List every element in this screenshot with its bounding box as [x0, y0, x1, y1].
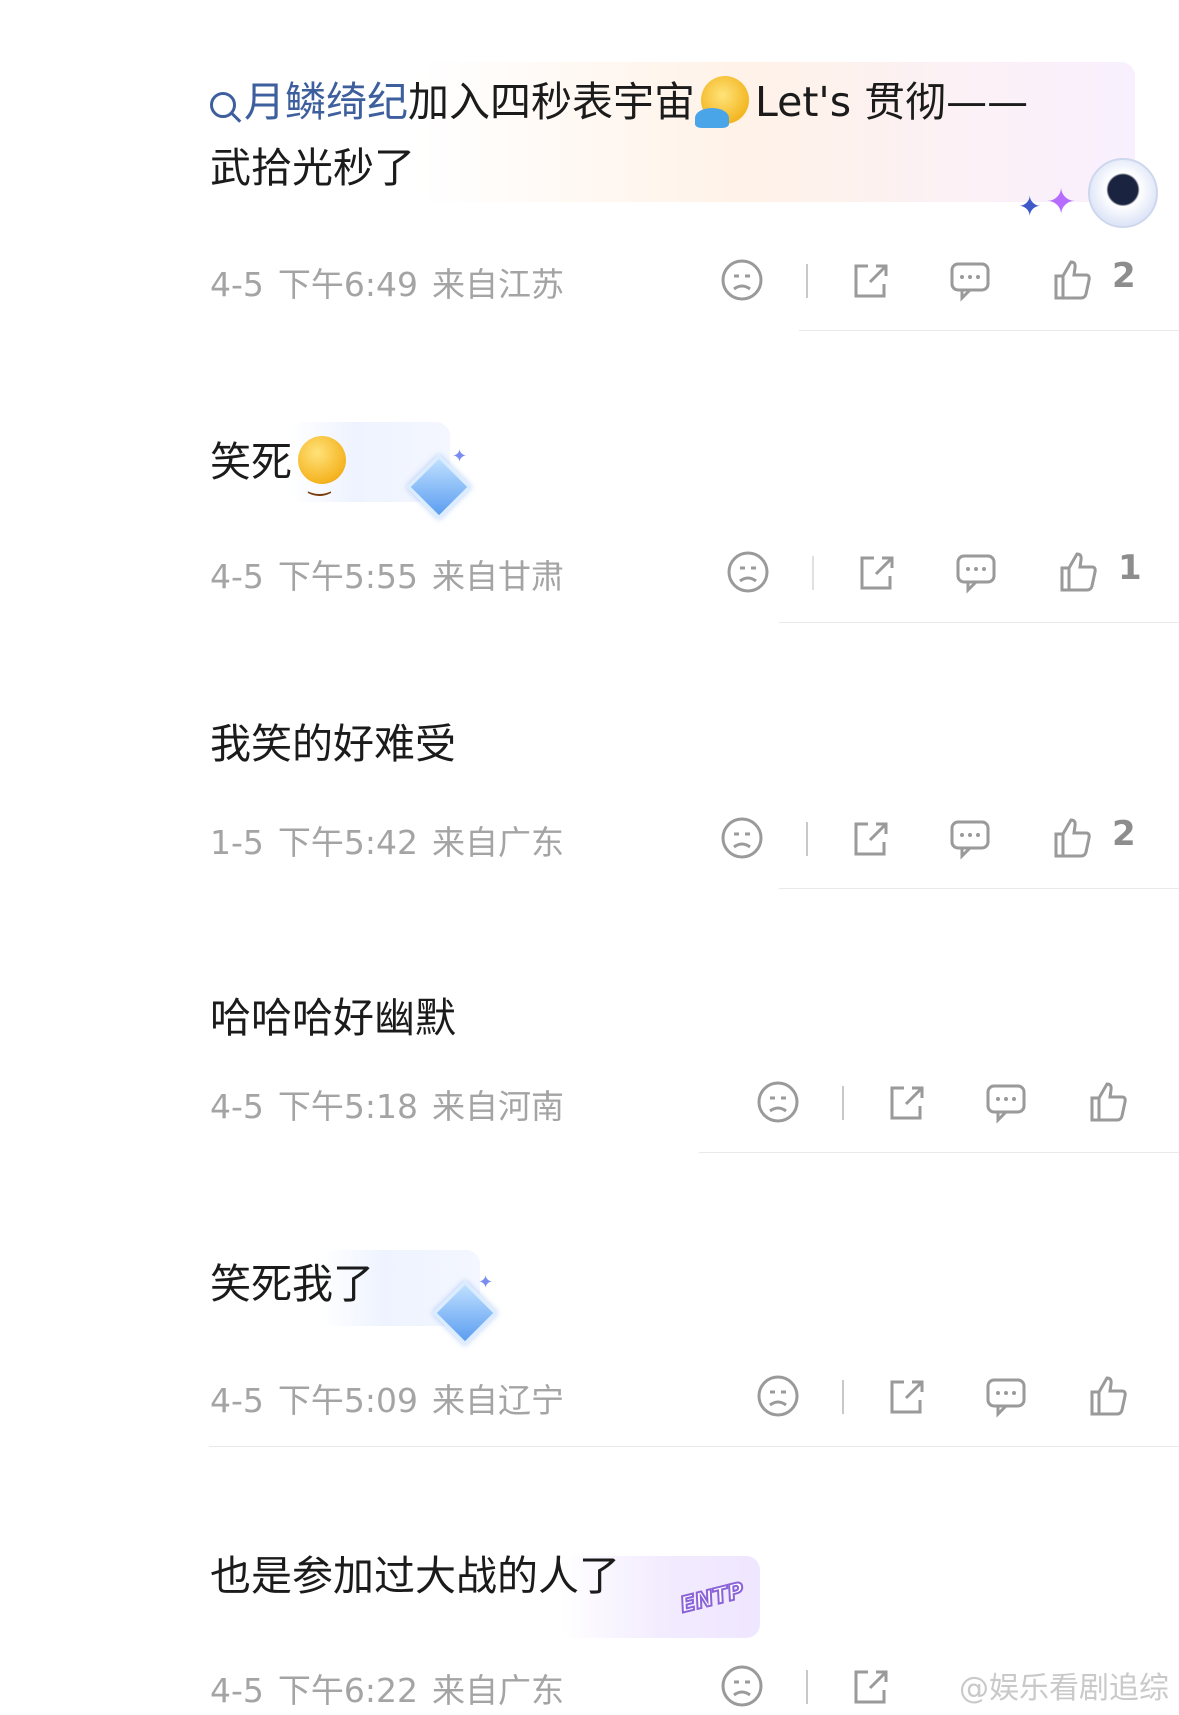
comment-time: 下午6:22: [277, 1671, 419, 1710]
comment-divider: [779, 622, 1179, 623]
comment-text-line2: 武拾光秒了: [210, 144, 415, 192]
thumbs-up-icon[interactable]: [1086, 1374, 1130, 1418]
rofl-emoji-icon: [298, 436, 346, 514]
comment-text-part: 笑死: [210, 438, 292, 486]
comment-text: 笑死我了: [210, 1260, 374, 1308]
share-icon[interactable]: [848, 816, 892, 860]
comment-divider: [779, 888, 1179, 889]
share-icon[interactable]: [854, 550, 898, 594]
comment-location: 来自广东: [432, 823, 565, 862]
comment-time: 下午5:09: [277, 1381, 419, 1420]
comment-location: 来自甘肃: [432, 557, 565, 596]
watermark: @娱乐看剧追综: [959, 1671, 1169, 1706]
sad-face-icon[interactable]: [720, 1664, 764, 1708]
share-icon[interactable]: [884, 1080, 928, 1124]
comment-location: 来自江苏: [432, 265, 565, 304]
comment-text: 月鳞绮纪加入四秒表宇宙 Let's 贯彻——: [210, 70, 1028, 134]
comment-location: 来自广东: [432, 1671, 565, 1710]
comment-date: 4-5: [210, 265, 264, 304]
saluting-emoji-icon: [695, 76, 749, 128]
thumbs-up-icon[interactable]: [1050, 258, 1094, 302]
share-icon[interactable]: [848, 258, 892, 302]
comment-date: 4-5: [210, 1671, 264, 1710]
comment-meta: 4-5 下午5:55 来自甘肃: [210, 550, 578, 598]
search-icon[interactable]: [210, 92, 236, 118]
comment-text: 我笑的好难受: [210, 722, 456, 766]
divider: [842, 1380, 844, 1414]
search-link[interactable]: 月鳞绮纪: [244, 78, 408, 126]
share-icon[interactable]: [848, 1664, 892, 1708]
share-icon[interactable]: [884, 1374, 928, 1418]
comment-bubble-icon[interactable]: [948, 816, 992, 860]
comment-actions: 2: [720, 814, 1140, 866]
comment-bubble-icon[interactable]: [954, 550, 998, 594]
comment-meta: 4-5 下午6:49 来自江苏: [210, 258, 578, 306]
sad-face-icon[interactable]: [720, 258, 764, 302]
divider: [842, 1086, 844, 1120]
sparkle-icon: ✦: [478, 1272, 494, 1293]
comment-bubble-icon[interactable]: [948, 258, 992, 302]
comment-date: 4-5: [210, 1087, 264, 1126]
comment-actions: [756, 1080, 1156, 1130]
thumbs-up-icon[interactable]: [1050, 816, 1094, 860]
like-count: 2: [1112, 256, 1136, 296]
comment-time: 下午5:42: [277, 823, 419, 862]
like-count: 2: [1112, 814, 1136, 854]
comment-divider: [209, 1446, 1179, 1447]
comment-meta: 4-5 下午5:09 来自辽宁: [210, 1374, 578, 1422]
sparkle-icon: ✦: [452, 446, 468, 467]
sparkle-icon: ✦: [1018, 190, 1042, 223]
comment-text: 哈哈哈好幽默: [210, 994, 456, 1042]
comment-text: 笑死: [210, 430, 352, 514]
comment-time: 下午5:55: [277, 557, 419, 596]
comment-time: 下午5:18: [277, 1087, 419, 1126]
comment-time: 下午6:49: [277, 265, 419, 304]
comment-text-part: Let's 贯彻——: [755, 78, 1029, 126]
sad-face-icon[interactable]: [756, 1080, 800, 1124]
sad-face-icon[interactable]: [720, 816, 764, 860]
sad-face-icon[interactable]: [756, 1374, 800, 1418]
comment-date: 1-5: [210, 823, 264, 862]
divider: [806, 264, 808, 298]
like-count: 1: [1118, 548, 1142, 588]
divider: [806, 1670, 808, 1704]
divider: [812, 556, 814, 590]
divider: [806, 822, 808, 856]
comment-bubble-icon[interactable]: [984, 1080, 1028, 1124]
comment-date: 4-5: [210, 557, 264, 596]
comment-bubble-icon[interactable]: [984, 1374, 1028, 1418]
comment-meta: 4-5 下午5:18 来自河南: [210, 1080, 578, 1128]
comment-text-part: 加入四秒表宇宙: [408, 78, 695, 126]
sad-face-icon[interactable]: [726, 550, 770, 594]
comment-meta: 1-5 下午5:42 来自广东: [210, 816, 578, 864]
comment-text: 也是参加过大战的人了: [210, 1552, 620, 1600]
astronaut-avatar-icon: [1088, 158, 1158, 228]
comment-meta: 4-5 下午6:22 来自广东: [210, 1664, 578, 1712]
comment-actions: 1: [726, 548, 1146, 600]
thumbs-up-icon[interactable]: [1056, 550, 1100, 594]
comment-divider: [699, 1152, 1179, 1153]
sparkle-icon: ✦: [1046, 182, 1077, 223]
comment-actions: 2: [720, 256, 1140, 308]
comment-location: 来自辽宁: [432, 1381, 565, 1420]
comment-date: 4-5: [210, 1381, 264, 1420]
thumbs-up-icon[interactable]: [1086, 1080, 1130, 1124]
comment-location: 来自河南: [432, 1087, 565, 1126]
comment-actions: [756, 1374, 1156, 1424]
comment-divider: [799, 330, 1179, 331]
